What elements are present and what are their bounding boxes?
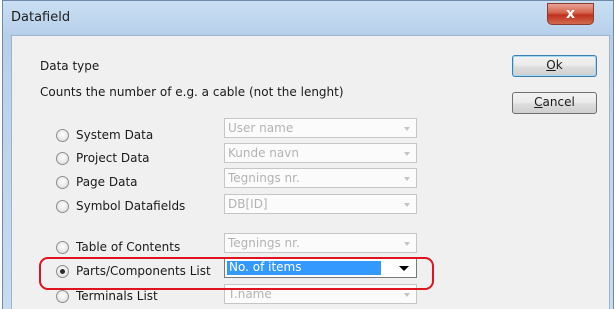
chevron-down-icon [404,152,410,156]
annotation-highlight-box [39,257,434,290]
option-label-table-of-contents: Table of Contents [76,240,181,254]
option-label-page-data: Page Data [76,175,138,189]
close-icon: x [565,6,576,22]
combo-value: Tegnings nr. [228,236,300,250]
chevron-down-icon [404,203,410,207]
option-label-symbol-datafields: Symbol Datafields [76,199,186,213]
option-label-project-data: Project Data [76,151,150,165]
datafield-dialog: Datafield x Data type Counts the number … [2,0,614,309]
chevron-down-icon [404,293,410,297]
radio-table-of-contents[interactable] [56,241,69,254]
ok-label-rest: k [555,58,563,72]
combo-project-data[interactable]: Kunde navn [224,143,417,163]
cancel-button[interactable]: Cancel [512,92,597,114]
combo-value: Tegnings nr. [228,171,300,185]
data-type-description: Counts the number of e.g. a cable (not t… [40,85,344,99]
combo-value: User name [228,121,294,135]
ok-button[interactable]: Ok [512,55,597,77]
cancel-accelerator: C [534,95,543,109]
radio-terminals-list[interactable] [56,290,69,303]
title-bar: Datafield x [3,1,613,35]
radio-project-data[interactable] [56,152,69,165]
combo-table-of-contents[interactable]: Tegnings nr. [224,233,417,253]
radio-symbol-datafields[interactable] [56,200,69,213]
window-title: Datafield [11,10,71,25]
cancel-label-rest: ancel [542,95,575,109]
combo-symbol-datafields[interactable]: DB[ID] [224,194,417,214]
chevron-down-icon [404,127,410,131]
combo-value: DB[ID] [228,197,268,211]
option-label-terminals-list: Terminals List [76,289,158,303]
option-label-system-data: System Data [76,128,154,142]
chevron-down-icon [404,242,410,246]
combo-system-data[interactable]: User name [224,118,417,138]
close-button[interactable]: x [547,3,594,25]
radio-page-data[interactable] [56,176,69,189]
chevron-down-icon [404,177,410,181]
dialog-client-area: Data type Counts the number of e.g. a ca… [11,35,610,309]
ok-accelerator: O [546,58,556,72]
data-type-group-title: Data type [40,59,100,73]
combo-page-data[interactable]: Tegnings nr. [224,168,417,188]
radio-system-data[interactable] [56,129,69,142]
combo-value: Kunde navn [228,146,299,160]
